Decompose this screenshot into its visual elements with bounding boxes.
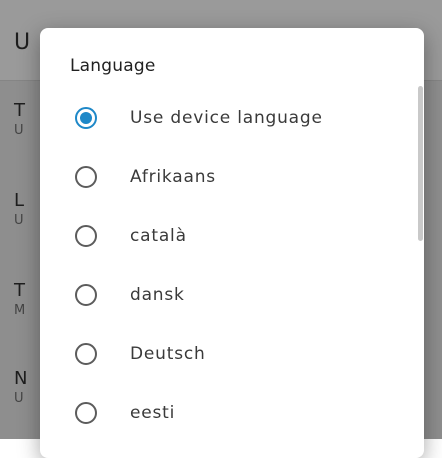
radio-unchecked-icon[interactable]	[75, 342, 97, 365]
radio-unchecked-icon[interactable]	[75, 401, 97, 424]
language-option-label: eesti	[130, 402, 176, 423]
language-option-afrikaans[interactable]: Afrikaans	[40, 147, 424, 206]
language-option-label: Afrikaans	[130, 166, 216, 187]
language-option-label: Deutsch	[130, 343, 206, 364]
radio-unchecked-icon[interactable]	[75, 283, 97, 306]
language-option-device[interactable]: Use device language	[40, 88, 424, 147]
language-options-list: Use device language Afrikaans català dan…	[40, 88, 424, 442]
language-option-deutsch[interactable]: Deutsch	[40, 324, 424, 383]
language-option-label: Use device language	[130, 107, 323, 128]
radio-unchecked-icon[interactable]	[75, 224, 97, 247]
language-option-label: dansk	[130, 284, 185, 305]
language-option-catala[interactable]: català	[40, 206, 424, 265]
language-dialog: Language Use device language Afrikaans c…	[40, 28, 424, 458]
language-option-label: català	[130, 225, 187, 246]
radio-unchecked-icon[interactable]	[75, 165, 97, 188]
dialog-title: Language	[70, 56, 156, 76]
radio-checked-icon[interactable]	[75, 106, 97, 129]
dialog-scrollbar[interactable]	[418, 86, 423, 241]
language-option-dansk[interactable]: dansk	[40, 265, 424, 324]
language-option-eesti[interactable]: eesti	[40, 383, 424, 442]
